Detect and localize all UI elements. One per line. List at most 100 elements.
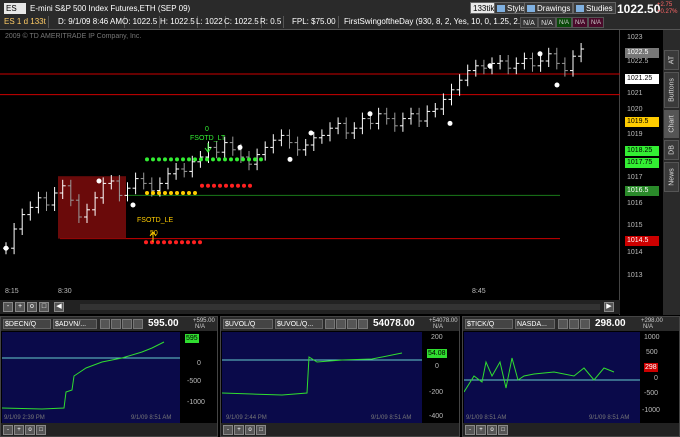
panel-value-tag: 298 bbox=[644, 363, 658, 372]
short-signal-label: FSOTD_LT bbox=[190, 135, 226, 142]
studies-icon[interactable] bbox=[347, 319, 357, 329]
studies-button[interactable]: Studies bbox=[573, 2, 616, 14]
panel-symbol-1[interactable]: $DECN/Q bbox=[3, 319, 51, 329]
na-field-2: N/A bbox=[538, 17, 556, 28]
swing-pivot-dot bbox=[308, 130, 314, 136]
target-dot bbox=[193, 157, 197, 162]
scroll-right-button[interactable]: ▶ bbox=[604, 302, 614, 312]
swing-pivot-dot bbox=[287, 156, 293, 162]
panel-symbol-2[interactable]: NASDA... bbox=[515, 319, 555, 329]
zoom-reset-button[interactable]: o bbox=[487, 425, 497, 435]
settings-icon[interactable] bbox=[358, 319, 368, 329]
y-tick: 1014 bbox=[627, 249, 643, 256]
top-toolbar: ES E-mini S&P 500 Index Futures,ETH (SEP… bbox=[0, 0, 680, 30]
stop-dot-lower bbox=[192, 240, 196, 245]
panel-axis-label: 1000 bbox=[644, 334, 660, 341]
panel-chart[interactable] bbox=[464, 332, 640, 424]
target-dot bbox=[163, 157, 167, 162]
zoom-out-button[interactable]: - bbox=[3, 425, 13, 435]
na-last-red: N/A bbox=[588, 17, 604, 28]
studies-icon[interactable] bbox=[580, 319, 590, 329]
stop-dot-lower bbox=[144, 240, 148, 245]
entry-dot bbox=[151, 191, 155, 195]
swing-pivot-dot bbox=[554, 82, 560, 88]
style-icon[interactable] bbox=[325, 319, 335, 329]
tab-chart[interactable]: Chart bbox=[664, 110, 679, 138]
target-dot bbox=[187, 157, 191, 162]
x-tick-3: 8:45 bbox=[472, 288, 486, 295]
panel-footer: - + o □ bbox=[1, 423, 217, 436]
tab-db[interactable]: DB bbox=[664, 140, 679, 160]
target-dot bbox=[235, 157, 239, 162]
bar-low: L: 1022 bbox=[194, 16, 226, 28]
style-button[interactable]: Style bbox=[494, 2, 528, 14]
tab-buttons[interactable]: Buttons bbox=[664, 72, 679, 108]
zoom-out-button[interactable]: - bbox=[465, 425, 475, 435]
panel-chart[interactable] bbox=[222, 332, 422, 424]
panel-axis-label: 500 bbox=[646, 349, 658, 356]
target-dot bbox=[247, 157, 251, 162]
target-dot bbox=[253, 157, 257, 162]
stop-dot-lower bbox=[156, 240, 160, 245]
panel-axis-label: 200 bbox=[431, 334, 443, 341]
zoom-in-button[interactable]: + bbox=[14, 425, 24, 435]
stop-dot-lower bbox=[174, 240, 178, 245]
target-dot bbox=[205, 157, 209, 162]
target-dot bbox=[157, 157, 161, 162]
chart-scrollbar[interactable] bbox=[80, 304, 600, 310]
panel-chart[interactable] bbox=[2, 332, 180, 424]
settings-icon[interactable] bbox=[133, 319, 143, 329]
side-tab-strip: AT Buttons Chart DB News bbox=[663, 30, 680, 315]
panel-symbol-2[interactable]: $UVOL/Q... bbox=[275, 319, 323, 329]
zoom-reset-button[interactable]: o bbox=[25, 425, 35, 435]
drawings-icon[interactable] bbox=[111, 319, 121, 329]
study-label[interactable]: FirstSwingoftheDay (930, 8, 2, Yes, 10, … bbox=[342, 16, 529, 28]
panel-symbol-1[interactable]: $TICK/Q bbox=[465, 319, 513, 329]
panel-axis-label: -500 bbox=[187, 378, 202, 385]
expand-button[interactable]: □ bbox=[498, 425, 508, 435]
entry-dot bbox=[145, 191, 149, 195]
style-icon[interactable] bbox=[558, 319, 568, 329]
drawings-button[interactable]: Drawings bbox=[524, 2, 574, 14]
breadth-panel-tick[interactable]: $TICK/Q NASDA... 298.00 +298.00 N/A 298 … bbox=[462, 316, 680, 437]
y-tick: 1020 bbox=[627, 106, 643, 113]
bar-close: C: 1022.5 bbox=[222, 16, 262, 28]
drawings-icon[interactable] bbox=[569, 319, 579, 329]
scroll-left-button[interactable]: ◀ bbox=[54, 302, 64, 312]
tab-at[interactable]: AT bbox=[664, 50, 679, 70]
tab-news[interactable]: News bbox=[664, 162, 679, 192]
zoom-out-button[interactable]: - bbox=[223, 425, 233, 435]
breadth-panel-decn[interactable]: $DECN/Q $ADVN/... 595.00 +595.00 N/A 595… bbox=[0, 316, 218, 437]
expand-button[interactable]: □ bbox=[36, 425, 46, 435]
panel-header: $DECN/Q $ADVN/... 595.00 +595.00 N/A bbox=[1, 317, 217, 331]
chart-id: ES 1 d 133t bbox=[2, 16, 49, 28]
panel-axis-label: -500 bbox=[644, 390, 659, 397]
zoom-out-button[interactable]: - bbox=[3, 302, 13, 312]
panel-symbol-2[interactable]: $ADVN/... bbox=[53, 319, 97, 329]
price-chart-canvas[interactable]: 0 FSOTD_LT FSOTD_LE 50 bbox=[0, 30, 620, 300]
zoom-reset-button[interactable]: o bbox=[245, 425, 255, 435]
stop-dot-lower bbox=[198, 240, 202, 245]
panel-symbol-1[interactable]: $UVOL/Q bbox=[223, 319, 273, 329]
stop-dot-lower bbox=[180, 240, 184, 245]
zoom-reset-button[interactable]: o bbox=[27, 302, 37, 312]
expand-button[interactable]: □ bbox=[256, 425, 266, 435]
bar-range: R: 0.5 bbox=[258, 16, 285, 28]
zoom-in-button[interactable]: + bbox=[476, 425, 486, 435]
stop-dot bbox=[230, 183, 234, 188]
main-price-chart[interactable]: 2009 © TD AMERITRADE IP Company, Inc. 0F… bbox=[0, 30, 620, 315]
zoom-in-button[interactable]: + bbox=[15, 302, 25, 312]
swing-pivot-dot bbox=[447, 120, 453, 126]
expand-button[interactable]: □ bbox=[39, 302, 49, 312]
y-tick: 1021 bbox=[627, 90, 643, 97]
drawings-icon[interactable] bbox=[336, 319, 346, 329]
zoom-in-button[interactable]: + bbox=[234, 425, 244, 435]
studies-icon[interactable] bbox=[122, 319, 132, 329]
symbol-input[interactable]: ES bbox=[4, 3, 26, 14]
breadth-panel-uvol[interactable]: $UVOL/Q $UVOL/Q... 54078.00 +54078.00 N/… bbox=[220, 316, 460, 437]
swing-pivot-dot bbox=[367, 111, 373, 117]
panel-date-end: 9/1/09 8:51 AM bbox=[131, 415, 172, 421]
style-icon[interactable] bbox=[100, 319, 110, 329]
target-dot bbox=[169, 157, 173, 162]
swing-pivot-dot bbox=[537, 51, 543, 57]
